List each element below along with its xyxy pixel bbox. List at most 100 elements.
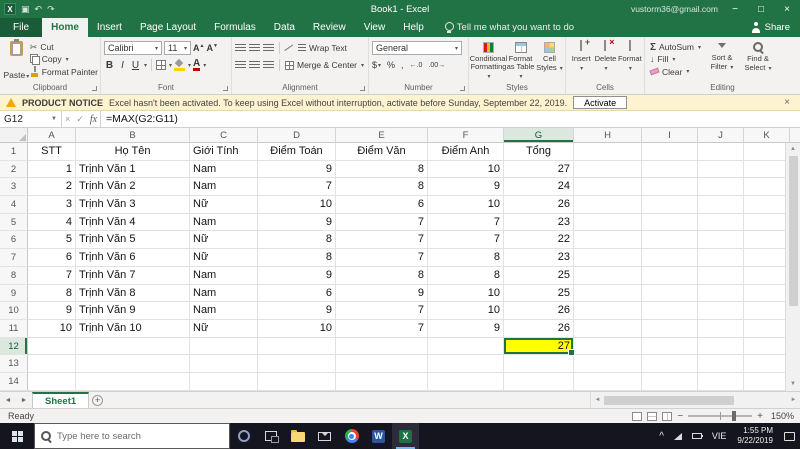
name-box[interactable]: G12 ▼ [0,111,62,127]
cell-J6[interactable] [698,231,744,250]
format-painter-button[interactable]: Format Painter [30,66,98,78]
cell-H14[interactable] [574,372,642,391]
cell-K14[interactable] [744,372,790,391]
cell-J2[interactable] [698,160,744,179]
comma-style-button[interactable]: , [401,60,404,70]
fill-button[interactable]: ↓ Fill ▾ [650,53,702,65]
cell-B2[interactable]: Trịnh Văn 1 [76,160,190,179]
cell-H6[interactable] [574,231,642,250]
cell-G1[interactable]: Tổng [504,143,574,161]
cell-C7[interactable]: Nữ [190,249,258,267]
cut-button[interactable]: ✂ Cut [30,41,98,53]
cell-J4[interactable] [698,196,744,214]
start-button[interactable] [0,423,34,449]
cell-G11[interactable]: 26 [504,319,574,338]
zoom-slider[interactable] [688,411,753,421]
cell-K1[interactable] [744,143,790,161]
row-header-6[interactable]: 6 [0,231,28,250]
notice-close-icon[interactable]: × [780,97,794,108]
cell-E12[interactable] [336,337,428,356]
column-header-H[interactable]: H [574,128,642,143]
cell-G9[interactable]: 25 [504,284,574,303]
cell-E5[interactable]: 7 [336,213,428,232]
row-header-11[interactable]: 11 [0,319,28,338]
column-header-F[interactable]: F [428,128,504,143]
cell-J3[interactable] [698,178,744,197]
zoom-in-button[interactable]: + [757,411,763,422]
insert-cells-button[interactable]: + Insert ▾ [569,37,593,81]
row-header-9[interactable]: 9 [0,284,28,303]
cell-D3[interactable]: 7 [258,178,336,197]
cell-I11[interactable] [642,319,698,338]
cortana-button[interactable] [230,423,257,449]
font-dialog-launcher-icon[interactable] [223,86,228,91]
cell-D10[interactable]: 9 [258,302,336,320]
row-header-1[interactable]: 1 [0,143,28,161]
cell-H12[interactable] [574,337,642,356]
cell-B9[interactable]: Trịnh Văn 8 [76,284,190,303]
view-page-layout-icon[interactable] [647,411,658,421]
column-header-C[interactable]: C [190,128,258,143]
cell-G14[interactable] [504,372,574,391]
cell-A5[interactable]: 4 [28,213,76,232]
zoom-slider-thumb[interactable] [731,411,736,421]
cell-B7[interactable]: Trịnh Văn 6 [76,249,190,267]
scroll-down-icon[interactable]: ▼ [790,378,796,391]
add-sheet-button[interactable]: + [89,392,106,408]
cell-I4[interactable] [642,196,698,214]
align-top-icon[interactable] [235,44,246,52]
scroll-up-icon[interactable]: ▲ [790,143,796,156]
cell-I5[interactable] [642,213,698,232]
column-header-K[interactable]: K [744,128,790,143]
cell-C12[interactable] [190,337,258,356]
cell-J9[interactable] [698,284,744,303]
cell-A13[interactable] [28,355,76,373]
cell-K2[interactable] [744,160,790,179]
cell-K12[interactable] [744,337,790,356]
search-input[interactable] [57,430,207,442]
cell-E4[interactable]: 6 [336,196,428,214]
undo-icon[interactable]: ↶ [35,4,43,15]
cell-J1[interactable] [698,143,744,161]
cell-K3[interactable] [744,178,790,197]
cell-E1[interactable]: Điểm Văn [336,143,428,161]
cell-J13[interactable] [698,355,744,373]
cell-I13[interactable] [642,355,698,373]
cell-G6[interactable]: 22 [504,231,574,250]
chevron-down-icon[interactable]: ▼ [51,116,57,122]
tab-help[interactable]: Help [394,18,433,37]
align-middle-icon[interactable] [249,44,260,52]
cell-I6[interactable] [642,231,698,250]
enter-icon[interactable]: ✓ [76,114,84,125]
cell-E8[interactable]: 8 [336,266,428,285]
clipboard-dialog-launcher-icon[interactable] [92,86,97,91]
action-center-icon[interactable] [779,423,800,449]
cell-H9[interactable] [574,284,642,303]
cell-K4[interactable] [744,196,790,214]
cell-E6[interactable]: 7 [336,231,428,250]
column-header-G[interactable]: G [504,128,574,143]
cell-G2[interactable]: 27 [504,160,574,179]
cell-G5[interactable]: 23 [504,213,574,232]
font-color-icon[interactable]: A [193,59,201,71]
cell-E3[interactable]: 8 [336,178,428,197]
tab-view[interactable]: View [355,18,395,37]
cell-D2[interactable]: 9 [258,160,336,179]
scroll-right-icon[interactable]: ► [787,397,800,403]
cell-E10[interactable]: 7 [336,302,428,320]
cell-B14[interactable] [76,372,190,391]
decrease-font-icon[interactable]: A▼ [206,43,217,53]
cell-E9[interactable]: 9 [336,284,428,303]
cell-J5[interactable] [698,213,744,232]
cell-H3[interactable] [574,178,642,197]
cell-F10[interactable]: 10 [428,302,504,320]
cell-D1[interactable]: Điểm Toán [258,143,336,161]
cell-E7[interactable]: 7 [336,249,428,267]
format-cells-button[interactable]: Format ▾ [618,39,642,81]
share-button[interactable]: Share [751,18,800,37]
conditional-formatting-button[interactable]: Conditional Formatting ▾ [470,39,507,81]
cell-F2[interactable]: 10 [428,160,504,179]
cell-A4[interactable]: 3 [28,196,76,214]
activate-button[interactable]: Activate [573,96,628,109]
cell-H13[interactable] [574,355,642,373]
